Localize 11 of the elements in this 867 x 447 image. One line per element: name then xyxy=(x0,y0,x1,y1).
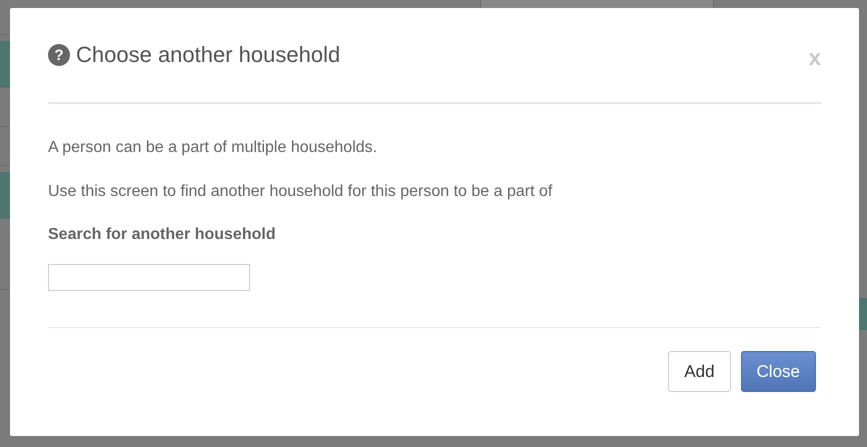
search-field[interactable] xyxy=(48,264,250,291)
help-icon: ? xyxy=(48,44,70,66)
info-text: A person can be a part of multiple households. xyxy=(48,138,378,158)
info-text: Use this screen to find another household for this person to be a part of xyxy=(48,182,554,202)
background-panel xyxy=(859,298,867,330)
dialog-title: Choose another household xyxy=(76,42,340,68)
background-panel xyxy=(0,172,10,219)
background-panel xyxy=(0,41,10,88)
add-button[interactable]: Add xyxy=(668,351,731,392)
search-label: Search for another household xyxy=(48,226,277,244)
close-dialog-button[interactable]: Close xyxy=(740,351,816,392)
